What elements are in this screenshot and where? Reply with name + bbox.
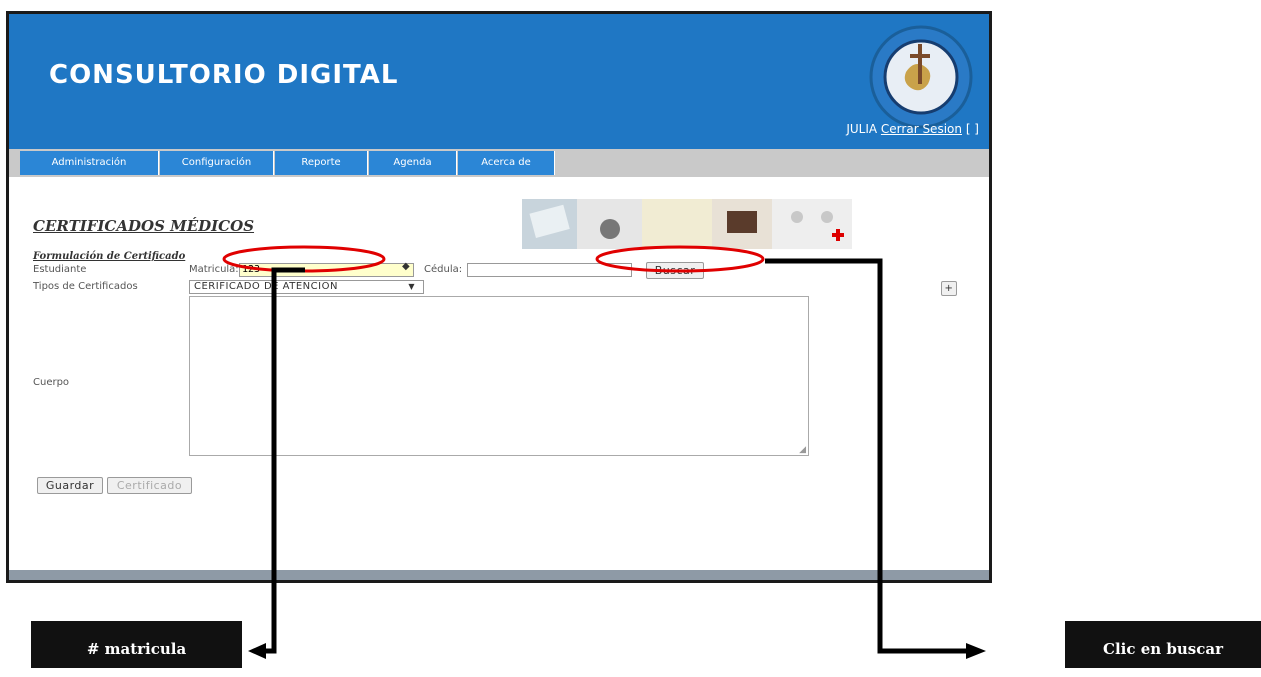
- estudiante-label: Estudiante: [33, 264, 87, 275]
- university-logo: [869, 25, 973, 129]
- matricula-label: Matricula:: [189, 264, 239, 275]
- main-menu: Administración Configuración Reporte Age…: [9, 149, 989, 177]
- menu-item-reporte[interactable]: Reporte: [275, 151, 368, 175]
- guardar-button[interactable]: Guardar: [37, 477, 103, 494]
- certificado-button: Certificado: [107, 477, 192, 494]
- chevron-down-icon: ▼: [408, 282, 415, 291]
- footer-bar: [9, 570, 989, 580]
- page-title: CERTIFICADOS MÉDICOS: [33, 217, 255, 235]
- buscar-arrow-head: [966, 643, 986, 659]
- menu-item-configuracion[interactable]: Configuración: [160, 151, 274, 175]
- tipo-certificado-value: CERIFICADO DE ATENCION: [194, 281, 338, 292]
- diamond-icon[interactable]: ◆: [402, 261, 410, 272]
- matricula-arrow-head: [248, 643, 266, 659]
- cuerpo-label: Cuerpo: [33, 377, 70, 388]
- buscar-button[interactable]: Buscar: [646, 262, 704, 279]
- cedula-label: Cédula:: [424, 264, 463, 275]
- app-header: CONSULTORIO DIGITAL JULIA Cerrar Sesion …: [9, 14, 989, 149]
- matricula-input[interactable]: 123: [239, 263, 414, 277]
- form-subtitle: Formulación de Certificado: [33, 251, 186, 262]
- medical-banner-image: [522, 199, 852, 249]
- user-suffix: [ ]: [965, 122, 979, 136]
- tipo-certificado-select[interactable]: CERIFICADO DE ATENCION ▼: [189, 280, 424, 294]
- resize-handle-icon[interactable]: ◢: [799, 445, 806, 455]
- main-content: CERTIFICADOS MÉDICOS Formulación de Cert…: [9, 177, 989, 577]
- app-window: CONSULTORIO DIGITAL JULIA Cerrar Sesion …: [6, 11, 992, 583]
- logout-link[interactable]: Cerrar Sesion: [881, 122, 962, 136]
- user-area: JULIA Cerrar Sesion [ ]: [846, 122, 979, 136]
- buscar-callout: Clic en buscar: [1065, 621, 1261, 668]
- cedula-input[interactable]: [467, 263, 632, 277]
- menu-item-administracion[interactable]: Administración: [20, 151, 159, 175]
- menu-item-acerca-de[interactable]: Acerca de: [458, 151, 555, 175]
- cuerpo-textarea[interactable]: ◢: [189, 296, 809, 456]
- matricula-callout: # matricula: [31, 621, 242, 668]
- menu-item-agenda[interactable]: Agenda: [369, 151, 457, 175]
- tipos-label: Tipos de Certificados: [33, 281, 138, 292]
- app-title: CONSULTORIO DIGITAL: [49, 60, 399, 90]
- user-name: JULIA: [846, 122, 878, 136]
- add-button[interactable]: +: [941, 281, 957, 296]
